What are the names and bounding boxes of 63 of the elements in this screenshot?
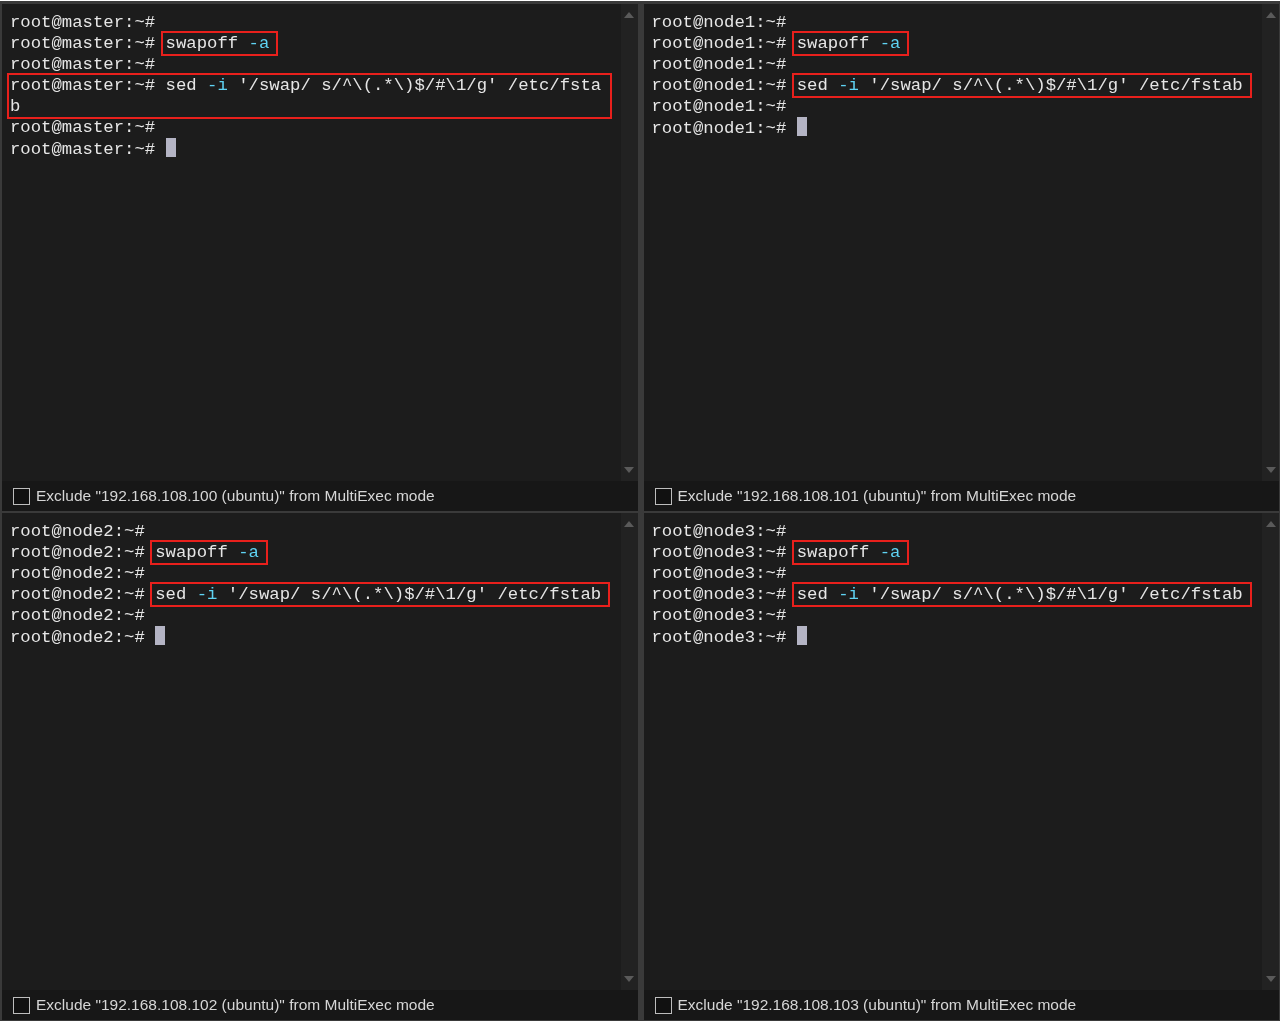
command-option: -i: [838, 585, 859, 604]
checkbox[interactable]: [13, 487, 30, 505]
command-text: sed: [796, 585, 828, 604]
prompt-text: root@master:~#: [10, 55, 156, 74]
scroll-down-icon[interactable]: [1265, 467, 1276, 473]
command-text: /etc/fstab: [1138, 585, 1243, 604]
prompt-text: root@master:~#: [10, 34, 156, 53]
prompt-text: root@node1:~#: [651, 13, 787, 32]
prompt-text: root@node1:~#: [651, 34, 787, 53]
scrollbar[interactable]: [1262, 513, 1279, 990]
terminal-panel[interactable]: root@node1:~# root@node1:~# swapoff -a root@node1:~# root@node1:~# sed -i '/swap/ s/^\(.*\)$/#\1/g' /etc/fstab root@node1:~# root@node1:~#: [643, 4, 1279, 481]
prompt-text: root@node2:~#: [10, 628, 145, 647]
scroll-down-icon[interactable]: [624, 467, 634, 473]
prompt-text: root@node2:~#: [10, 585, 145, 604]
prompt-text: root@master:~#: [10, 140, 156, 159]
terminal-panel[interactable]: root@node2:~# root@node2:~# swapoff -a root@node2:~# root@node2:~# sed -i '/swap/ s/^\(.*\)$/#\1/g' /etc/fstab root@node2:~# root@node2:~#: [2, 513, 638, 990]
prompt-text: root@node2:~#: [10, 522, 145, 541]
command-text: '/swap/ s/^\(.*\)$/#\1/g': [227, 585, 488, 604]
prompt-text: root@master:~#: [10, 118, 156, 137]
scrollbar[interactable]: [620, 513, 638, 990]
prompt-text: root@node3:~#: [651, 628, 787, 647]
scroll-up-icon[interactable]: [624, 521, 634, 527]
command-text: sed: [796, 76, 828, 95]
command-text: '/swap/ s/^\(.*\)$/#\1/g': [869, 76, 1129, 95]
scrollbar[interactable]: [1262, 4, 1279, 481]
scrollbar[interactable]: [620, 4, 638, 481]
command-text: swapoff: [796, 543, 870, 562]
checkbox[interactable]: [13, 996, 30, 1014]
command-option: -i: [838, 76, 859, 95]
scroll-up-icon[interactable]: [1265, 521, 1276, 527]
command-text: /etc/fstab: [497, 585, 602, 604]
prompt-text: root@node2:~#: [10, 543, 145, 562]
scroll-down-icon[interactable]: [1265, 976, 1276, 982]
command-option: -a: [879, 34, 901, 53]
command-option: -a: [248, 34, 270, 53]
prompt-text: root@node2:~#: [10, 564, 145, 583]
prompt-text: root@master:~#: [10, 13, 156, 32]
prompt-text: root@node3:~#: [651, 564, 787, 583]
command-text: swapoff: [155, 543, 228, 562]
command-option: -a: [879, 543, 901, 562]
command-option: -i: [196, 585, 218, 604]
terminal-panel[interactable]: root@node3:~# root@node3:~# swapoff -a root@node3:~# root@node3:~# sed -i '/swap/ s/^\(.*\)$/#\1/g' /etc/fstab root@node3:~# root@node3:~#: [643, 513, 1279, 990]
prompt-text: root@node1:~#: [651, 119, 787, 138]
scroll-down-icon[interactable]: [624, 976, 634, 982]
command-text: '/swap/ s/^\(.*\)$/#\1/g': [869, 585, 1129, 604]
command-text: sed: [155, 585, 187, 604]
checkbox[interactable]: [654, 996, 672, 1014]
command-text: swapoff: [796, 34, 870, 53]
prompt-text: root@node1:~#: [651, 76, 787, 95]
prompt-text: root@node1:~#: [651, 55, 787, 74]
prompt-text: root@node3:~#: [651, 606, 787, 625]
scroll-up-icon[interactable]: [1265, 12, 1276, 18]
command-text: /etc/fstab: [1138, 76, 1243, 95]
prompt-text: root@node3:~#: [651, 543, 787, 562]
prompt-text: root@node1:~#: [651, 97, 787, 116]
prompt-text: root@node2:~#: [10, 606, 145, 625]
prompt-text: root@node3:~#: [651, 585, 787, 604]
terminal-panel[interactable]: root@master:~# root@master:~# swapoff -a root@master:~# root@master:~# sed -i '/swap/ s/^\(.*\)$/#\1/g' /etc/fstab root@master:~# root@master:~#: [2, 4, 638, 481]
checkbox[interactable]: [654, 487, 672, 505]
scroll-up-icon[interactable]: [624, 12, 634, 18]
prompt-text: root@node3:~#: [651, 522, 787, 541]
command-option: -a: [238, 543, 259, 562]
command-text: swapoff: [165, 34, 239, 53]
